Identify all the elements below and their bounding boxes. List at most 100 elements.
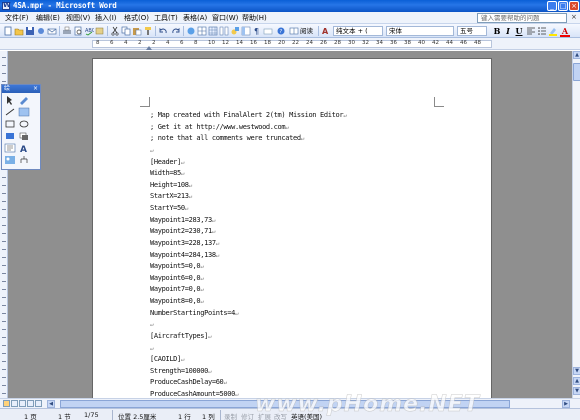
document-line[interactable]: ; note that all comments were truncated↵: [150, 133, 346, 145]
open-folder-icon[interactable]: [14, 26, 24, 36]
close-document-icon[interactable]: ×: [571, 13, 577, 21]
previous-page-button[interactable]: ▲: [573, 377, 580, 385]
document-line[interactable]: Waypoint3=228,137↵: [150, 238, 346, 250]
read-icon[interactable]: [289, 26, 299, 36]
normal-view-button[interactable]: [3, 400, 10, 407]
menu-tools[interactable]: 工具(T): [154, 13, 178, 23]
document-line[interactable]: ; Get it at http://www.westwood.com↵: [150, 122, 346, 134]
document-line[interactable]: Waypoint7=0,0↵: [150, 284, 346, 296]
show-hide-icon[interactable]: ¶: [252, 26, 262, 36]
document-line[interactable]: ↵: [150, 343, 346, 355]
next-page-button[interactable]: ▼: [573, 387, 580, 395]
shadow-tool-icon[interactable]: [18, 131, 30, 141]
drawing-palette[interactable]: 绘 × A: [1, 84, 41, 170]
menu-table[interactable]: 表格(A): [183, 13, 207, 23]
line-tool-icon[interactable]: [4, 107, 16, 117]
document-line[interactable]: [AircraftTypes]↵: [150, 331, 346, 343]
document-line[interactable]: ; Map created with FinalAlert 2(tm) Miss…: [150, 110, 347, 122]
tables-borders-icon[interactable]: [197, 26, 207, 36]
redo-icon[interactable]: [171, 26, 181, 36]
cut-icon[interactable]: [110, 26, 120, 36]
read-button[interactable]: 阅读: [300, 26, 313, 36]
bold-button[interactable]: B: [492, 26, 502, 36]
drawing-icon[interactable]: [230, 26, 240, 36]
document-line[interactable]: Strength=100000↵: [150, 366, 346, 378]
document-line[interactable]: StartX=213↵: [150, 191, 346, 203]
image-tool-icon[interactable]: [18, 107, 30, 117]
horizontal-ruler[interactable]: 8 6 4 2 2 4 6 8 10 12 14 16 18 20 22 24 26 28 30 32 34 36 38 40…: [92, 40, 492, 50]
minimize-button[interactable]: _: [547, 1, 557, 11]
maximize-button[interactable]: □: [558, 1, 568, 11]
permission-icon[interactable]: [36, 26, 46, 36]
menu-file[interactable]: 文件(F): [5, 13, 29, 23]
document-line[interactable]: [Header]↵: [150, 157, 346, 169]
zoom-icon[interactable]: [263, 26, 273, 36]
style-select[interactable]: 纯文本 + (: [333, 26, 383, 36]
research-icon[interactable]: [95, 26, 105, 36]
font-select[interactable]: 宋体: [386, 26, 454, 36]
styles-pane-icon[interactable]: A: [321, 26, 331, 36]
copy-icon[interactable]: [121, 26, 131, 36]
italic-button[interactable]: I: [503, 26, 513, 36]
document-line[interactable]: Waypoint5=0,0↵: [150, 261, 346, 273]
hyperlink-icon[interactable]: [186, 26, 196, 36]
paste-icon[interactable]: [132, 26, 142, 36]
menu-view[interactable]: 视图(V): [66, 13, 90, 23]
document-line[interactable]: [CAOILD]↵: [150, 354, 346, 366]
menu-insert[interactable]: 插入(I): [95, 13, 117, 23]
columns-icon[interactable]: [219, 26, 229, 36]
menu-window[interactable]: 窗口(W): [212, 13, 238, 23]
vertical-scrollbar[interactable]: ▲ ▼ ▲ ▼: [572, 51, 580, 398]
document-page[interactable]: ; Map created with FinalAlert 2(tm) Miss…: [92, 58, 492, 398]
document-line[interactable]: Width=85↵: [150, 168, 346, 180]
menu-format[interactable]: 格式(O): [124, 13, 149, 23]
close-button[interactable]: ×: [569, 1, 579, 11]
fill-tool-icon[interactable]: [4, 131, 16, 141]
brush-icon[interactable]: [18, 95, 30, 105]
format-painter-icon[interactable]: [143, 26, 153, 36]
document-line[interactable]: NumberStartingPoints=4↵: [150, 308, 346, 320]
save-icon[interactable]: [25, 26, 35, 36]
document-line[interactable]: ProduceCashDelay=60↵: [150, 377, 346, 389]
document-line[interactable]: Waypoint2=230,71↵: [150, 226, 346, 238]
select-pointer-icon[interactable]: [4, 95, 16, 105]
highlight-icon[interactable]: [548, 26, 558, 36]
document-map-icon[interactable]: [241, 26, 251, 36]
document-line[interactable]: Waypoint1=283,73↵: [150, 215, 346, 227]
vertical-scroll-thumb[interactable]: [573, 63, 580, 81]
undo-icon[interactable]: [158, 26, 168, 36]
document-line[interactable]: StartY=50↵: [150, 203, 346, 215]
scroll-up-arrow[interactable]: ▲: [573, 51, 580, 59]
web-layout-view-button[interactable]: [11, 400, 18, 407]
scroll-down-arrow[interactable]: ▼: [573, 367, 580, 375]
print-layout-view-button[interactable]: [19, 400, 26, 407]
oval-tool-icon[interactable]: [18, 119, 30, 129]
scroll-left-arrow[interactable]: ◀: [47, 400, 55, 408]
spelling-icon[interactable]: ABC: [84, 26, 94, 36]
clipart-icon[interactable]: [4, 155, 16, 165]
print-preview-icon[interactable]: [73, 26, 83, 36]
underline-button[interactable]: U: [514, 26, 524, 36]
help-search-input[interactable]: 键入需要帮助的问题: [477, 13, 567, 23]
diagram-icon[interactable]: [18, 155, 30, 165]
status-rec[interactable]: 录制: [224, 411, 237, 420]
menu-help[interactable]: 帮助(H): [242, 13, 267, 23]
document-body[interactable]: ; Map created with FinalAlert 2(tm) Miss…: [150, 110, 347, 398]
document-line[interactable]: Height=108↵: [150, 180, 346, 192]
rectangle-tool-icon[interactable]: [4, 119, 16, 129]
document-line[interactable]: Waypoint6=0,0↵: [150, 273, 346, 285]
insert-table-icon[interactable]: [208, 26, 218, 36]
help-icon[interactable]: ?: [276, 26, 286, 36]
font-size-select[interactable]: 五号: [457, 26, 487, 36]
new-document-icon[interactable]: [3, 26, 13, 36]
reading-view-button[interactable]: [35, 400, 42, 407]
scroll-right-arrow[interactable]: ▶: [562, 400, 570, 408]
print-icon[interactable]: [62, 26, 72, 36]
numbering-icon[interactable]: [537, 26, 547, 36]
document-line[interactable]: Waypoint4=284,138↵: [150, 250, 346, 262]
first-line-indent-marker[interactable]: [146, 46, 152, 50]
document-line[interactable]: ↵: [150, 319, 346, 331]
palette-title-bar[interactable]: 绘 ×: [2, 85, 40, 93]
document-line[interactable]: ↵: [150, 145, 346, 157]
document-line[interactable]: Waypoint8=0,0↵: [150, 296, 346, 308]
